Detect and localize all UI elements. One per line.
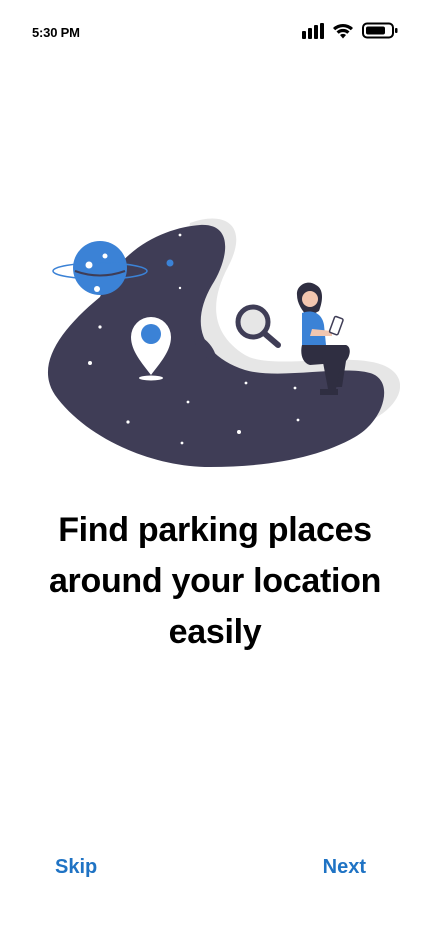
wifi-icon	[333, 23, 353, 38]
status-time: 5:30 PM	[32, 25, 80, 40]
battery-icon	[362, 22, 398, 39]
accent-dot	[166, 259, 174, 267]
next-button[interactable]: Next	[323, 856, 366, 879]
status-bar: 5:30 PM	[0, 0, 430, 64]
magnifier-icon	[235, 304, 281, 348]
signal-icon	[302, 22, 324, 39]
onboarding-illustration	[47, 218, 400, 467]
status-icons	[302, 22, 398, 39]
onboarding-title: Find parking places around your location…	[48, 511, 382, 651]
skip-button[interactable]: Skip	[55, 856, 97, 879]
